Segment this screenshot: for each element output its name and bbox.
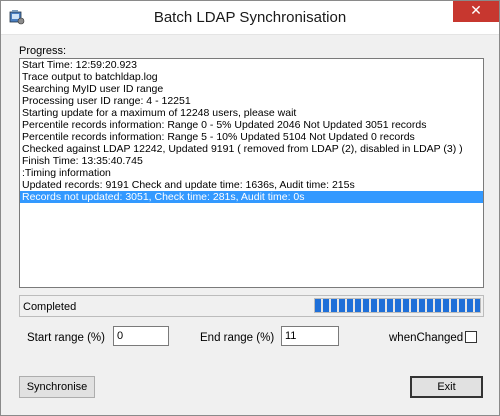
start-range-label: Start range (%) bbox=[27, 332, 105, 344]
end-range-input[interactable] bbox=[281, 326, 339, 346]
status-bar: Completed bbox=[19, 295, 484, 317]
log-listbox[interactable]: Start Time: 12:59:20.923 Trace output to … bbox=[19, 58, 484, 288]
synchronise-button[interactable]: Synchronise bbox=[19, 376, 95, 398]
end-range-label: End range (%) bbox=[200, 332, 275, 344]
when-changed-label: whenChanged bbox=[389, 332, 464, 344]
log-line[interactable]: Searching MyID user ID range bbox=[20, 83, 483, 95]
batch-ldap-dialog: Batch LDAP Synchronisation ✕ Progress: S… bbox=[0, 0, 500, 416]
log-line[interactable]: Checked against LDAP 12242, Updated 9191… bbox=[20, 143, 483, 155]
close-icon: ✕ bbox=[470, 3, 482, 19]
exit-button[interactable]: Exit bbox=[410, 376, 483, 398]
title-bar: Batch LDAP Synchronisation ✕ bbox=[1, 1, 499, 35]
when-changed-checkbox[interactable] bbox=[465, 331, 477, 343]
log-line[interactable]: Percentile records information: Range 5 … bbox=[20, 131, 483, 143]
start-range-input[interactable] bbox=[113, 326, 169, 346]
log-line[interactable]: Trace output to batchldap.log bbox=[20, 71, 483, 83]
progress-label: Progress: bbox=[19, 45, 67, 57]
window-title: Batch LDAP Synchronisation bbox=[153, 9, 347, 26]
log-line[interactable]: Starting update for a maximum of 12248 u… bbox=[20, 107, 483, 119]
progress-bar-fill bbox=[315, 299, 480, 312]
log-line[interactable]: Updated records: 9191 Check and update t… bbox=[20, 179, 483, 191]
log-line[interactable]: Finish Time: 13:35:40.745 bbox=[20, 155, 483, 167]
log-line[interactable]: Processing user ID range: 4 - 12251 bbox=[20, 95, 483, 107]
log-line[interactable]: Percentile records information: Range 0 … bbox=[20, 119, 483, 131]
progress-bar bbox=[314, 298, 481, 313]
close-button[interactable]: ✕ bbox=[453, 1, 499, 22]
log-line[interactable]: Records not updated: 3051, Check time: 2… bbox=[20, 191, 483, 203]
log-line[interactable]: :Timing information bbox=[20, 167, 483, 179]
status-text: Completed bbox=[23, 301, 77, 313]
log-line[interactable]: Start Time: 12:59:20.923 bbox=[20, 59, 483, 71]
